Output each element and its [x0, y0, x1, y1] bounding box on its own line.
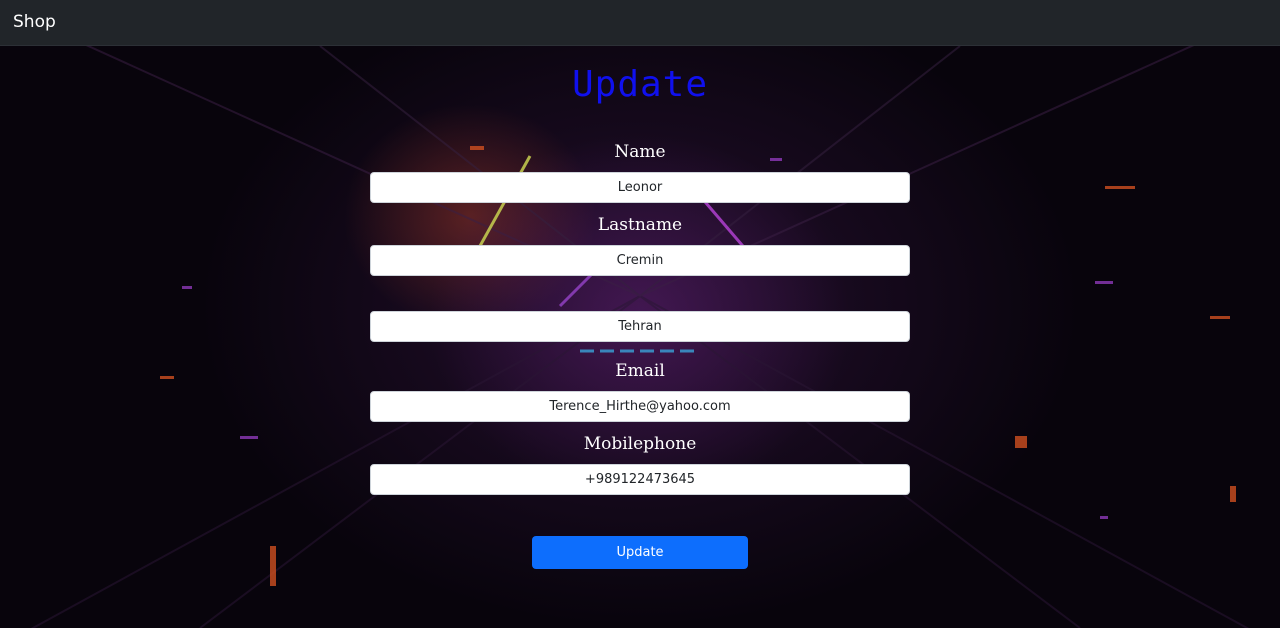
lastname-input[interactable] — [370, 245, 910, 276]
name-label: Name — [614, 142, 666, 162]
name-input[interactable] — [370, 172, 910, 203]
mobilephone-input[interactable] — [370, 464, 910, 495]
update-button[interactable]: Update — [532, 536, 748, 569]
navbar-brand-link[interactable]: Shop — [13, 12, 56, 32]
mobilephone-label: Mobilephone — [583, 434, 697, 454]
email-label: Email — [615, 361, 665, 381]
email-input[interactable] — [370, 391, 910, 422]
lastname-label: Lastname — [597, 215, 683, 235]
top-navbar: Shop — [0, 0, 1280, 46]
city-input[interactable] — [370, 311, 910, 342]
page-title: Update — [571, 64, 709, 105]
